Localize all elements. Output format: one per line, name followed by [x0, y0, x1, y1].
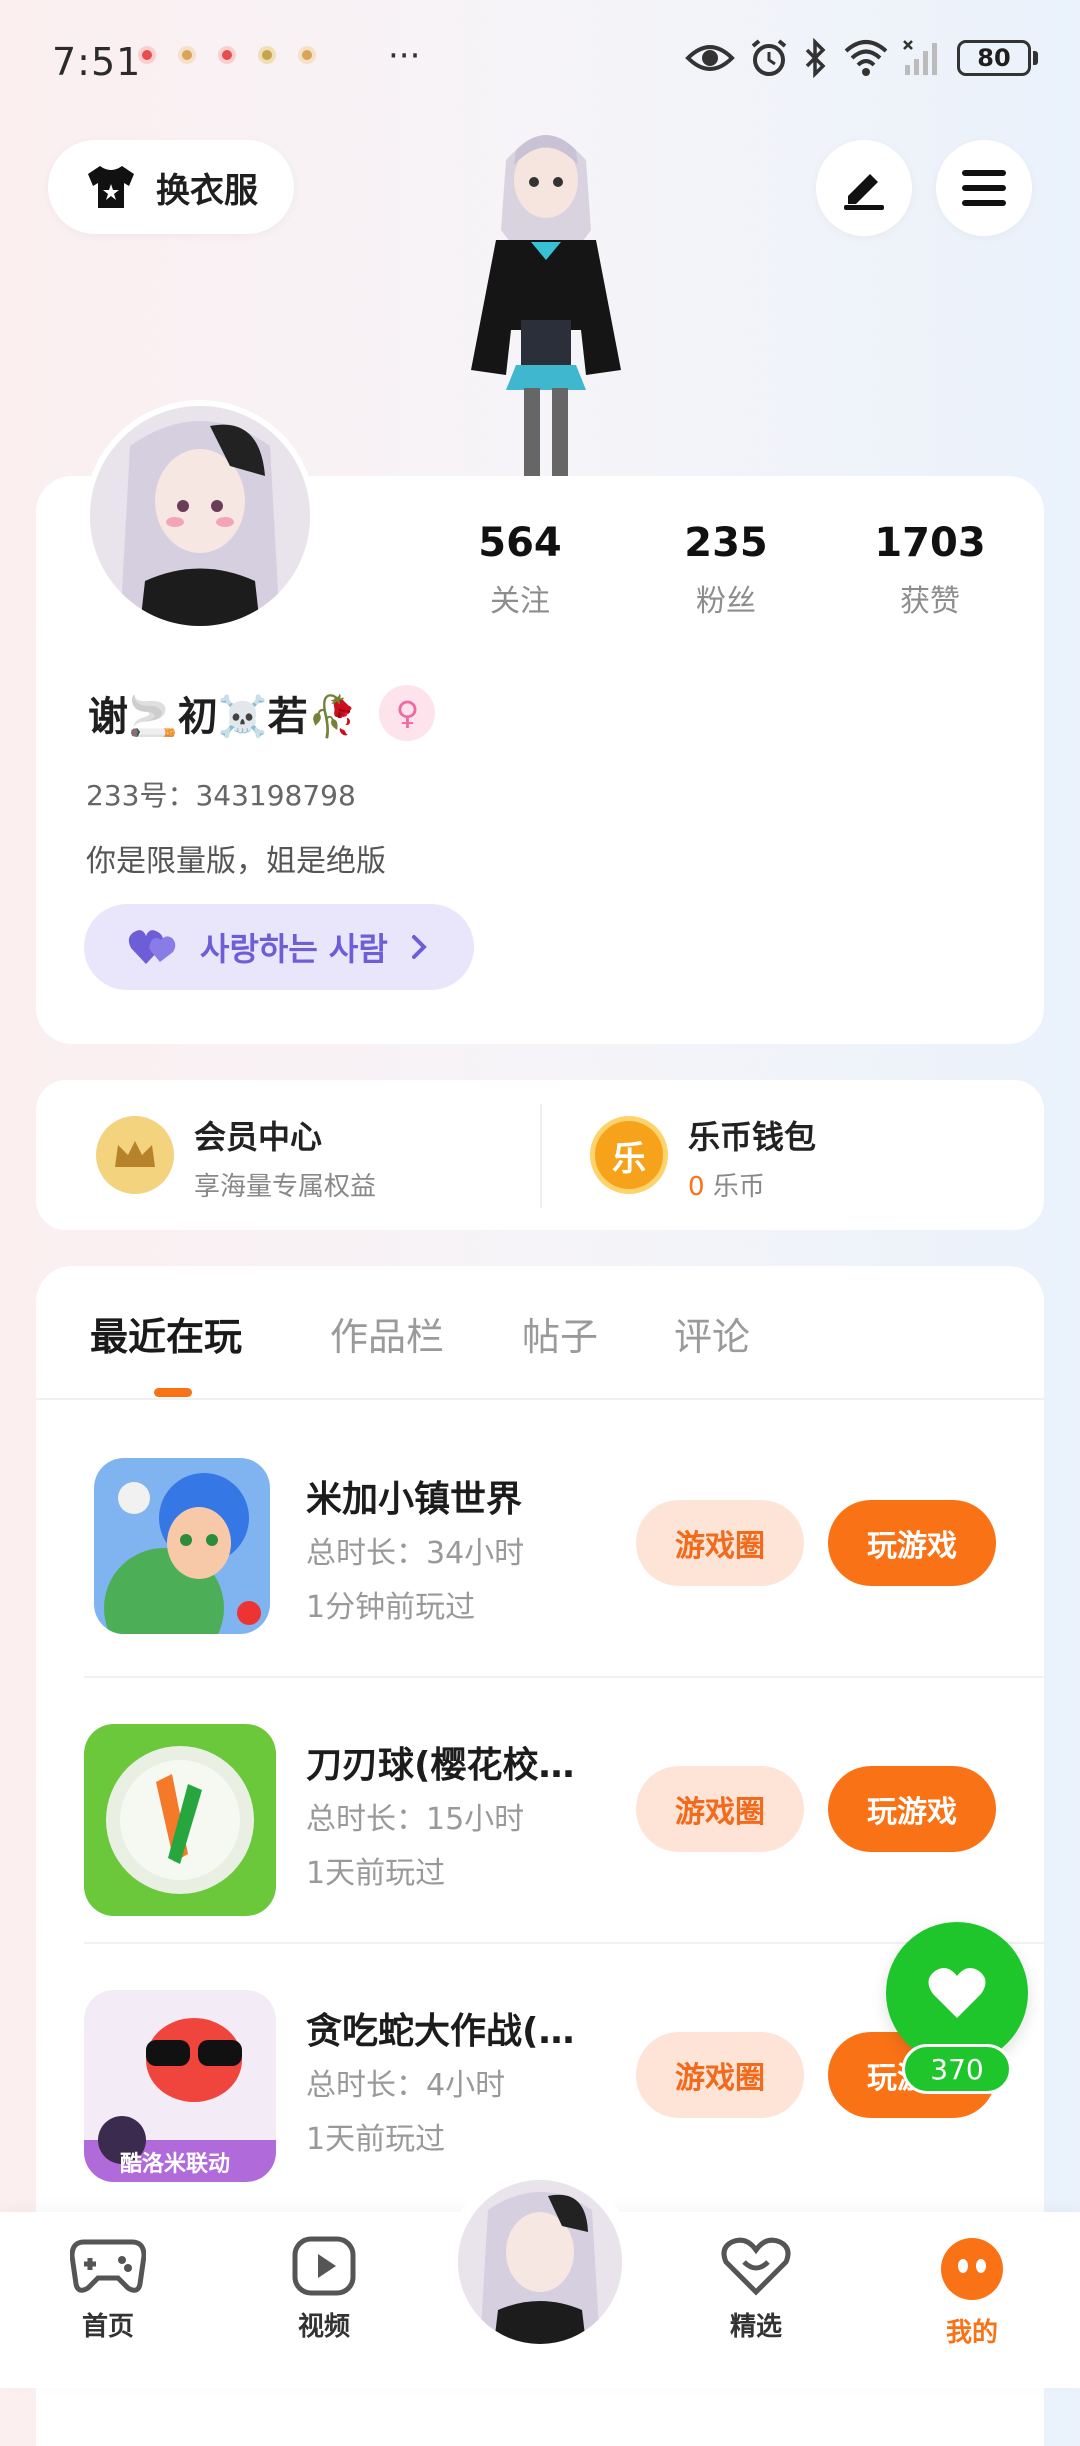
following-label: 关注: [490, 584, 550, 619]
game-circle-button[interactable]: 游戏圈: [636, 1766, 804, 1852]
tab-posts[interactable]: 帖子: [522, 1306, 598, 1361]
nav-featured[interactable]: 精选: [686, 2236, 826, 2343]
list-item[interactable]: 米加小镇世界 总时长：34小时 1分钟前玩过 游戏圈 玩游戏: [84, 1458, 1044, 1722]
edit-profile-button[interactable]: [816, 140, 912, 236]
game-last-played: 1分钟前玩过: [306, 1590, 476, 1625]
game-icon: [94, 1458, 270, 1634]
notification-dot-icon: [178, 46, 196, 64]
relationship-button[interactable]: 사랑하는 사람: [84, 904, 474, 990]
wallet-button[interactable]: 乐币钱包 0 乐币: [688, 1112, 816, 1203]
alarm-icon: [751, 39, 787, 76]
wallet-unit: 乐币: [712, 1172, 765, 1202]
system-icons: 80: [685, 38, 1038, 78]
nav-avatar: [458, 2180, 622, 2344]
coin-icon: 乐: [590, 1116, 668, 1194]
game-name: 米加小镇世界: [306, 1479, 523, 1520]
battery-icon: 80: [957, 40, 1031, 76]
change-outfit-button[interactable]: 换衣服: [48, 140, 294, 234]
nav-video-label: 视频: [297, 2312, 350, 2342]
profile-avatar[interactable]: [84, 400, 316, 632]
avatar-image: [90, 406, 310, 626]
play-game-button[interactable]: 玩游戏: [828, 1766, 996, 1852]
wallet-amount: 0: [688, 1172, 705, 1202]
heart-badge-icon: [721, 2237, 791, 2296]
bio: 你是限量版，姐是绝版: [86, 844, 386, 879]
gamepad-icon: [70, 2239, 146, 2293]
game-icon: [84, 1724, 276, 1916]
nav-avatar-button[interactable]: [446, 2168, 634, 2356]
battery-cap: [1033, 51, 1038, 65]
following-count: 564: [478, 520, 562, 566]
tab-indicator: [154, 1388, 192, 1397]
relationship-label: 사랑하는 사람: [200, 930, 388, 968]
eye-icon: [685, 45, 735, 71]
likes-stat[interactable]: 1703 获赞: [830, 520, 1030, 620]
more-notifications-icon: ···: [388, 36, 421, 76]
tab-comments[interactable]: 评论: [674, 1306, 750, 1361]
avatar-character[interactable]: [436, 120, 656, 480]
game-last-played: 1天前玩过: [306, 2122, 446, 2157]
game-duration: 总时长：15小时: [306, 1802, 525, 1837]
nav-me[interactable]: 我的: [902, 2236, 1042, 2349]
nickname: 谢🚬初☠️若🥀: [88, 694, 358, 740]
nav-me-label: 我的: [945, 2318, 998, 2348]
menu-button[interactable]: [936, 140, 1032, 236]
member-center-title: 会员中心: [194, 1118, 323, 1156]
nav-home[interactable]: 首页: [38, 2236, 178, 2343]
wallet-balance: 0 乐币: [688, 1166, 816, 1203]
bluetooth-icon: [805, 38, 826, 78]
nav-featured-label: 精选: [729, 2312, 782, 2342]
play-game-button[interactable]: 玩游戏: [828, 1500, 996, 1586]
signal-icon: [903, 40, 937, 75]
notification-icons: [138, 46, 316, 64]
hamburger-menu-icon: [962, 170, 1006, 206]
user-id: 233号：343198798: [86, 779, 356, 812]
female-gender-icon: ♀: [379, 685, 436, 741]
game-duration: 总时长：34小时: [306, 1536, 525, 1571]
heart-icon: [928, 1967, 986, 2018]
notification-dot-icon: [138, 46, 156, 64]
followers-count: 235: [684, 520, 768, 566]
row-divider: [84, 1942, 1044, 1944]
likes-label: 获赞: [900, 584, 960, 619]
game-name: 贪吃蛇大作战(…: [306, 2011, 575, 2052]
tabs-divider: [36, 1398, 1044, 1400]
wallet-title: 乐币钱包: [688, 1118, 817, 1156]
row-divider: [84, 1676, 1044, 1678]
like-count-badge: 370: [902, 2044, 1012, 2094]
profile-face-icon: [941, 2238, 1003, 2300]
wifi-icon: [844, 40, 888, 76]
divider: [540, 1104, 542, 1208]
game-duration: 总时长：4小时: [306, 2068, 506, 2103]
game-icon: 酷洛米联动: [84, 1990, 276, 2182]
collab-badge: 酷洛米联动: [120, 2152, 231, 2177]
floating-like-button[interactable]: [886, 1922, 1028, 2064]
nickname-row: 谢🚬初☠️若🥀 ♀: [88, 684, 436, 742]
followers-label: 粉丝: [696, 584, 756, 619]
double-heart-icon: [128, 930, 176, 964]
nav-video[interactable]: 视频: [254, 2236, 394, 2343]
likes-count: 1703: [874, 520, 986, 566]
pen-icon: [844, 174, 884, 210]
member-center-subtitle: 享海量专属权益: [194, 1172, 377, 1202]
nav-home-label: 首页: [81, 2312, 134, 2342]
notification-dot-icon: [298, 46, 316, 64]
game-name: 刀刃球(樱花校…: [306, 1745, 575, 1786]
member-center-button[interactable]: 会员中心 享海量专属权益: [194, 1112, 376, 1203]
status-time: 7:51: [52, 40, 142, 84]
notification-dot-icon: [218, 46, 236, 64]
game-circle-button[interactable]: 游戏圈: [636, 2032, 804, 2118]
tab-works[interactable]: 作品栏: [330, 1306, 444, 1361]
video-icon: [292, 2236, 356, 2296]
game-last-played: 1天前玩过: [306, 1856, 446, 1891]
change-outfit-label: 换衣服: [156, 170, 258, 211]
crown-icon: [96, 1116, 174, 1194]
notification-dot-icon: [258, 46, 276, 64]
following-stat[interactable]: 564 关注: [420, 520, 620, 620]
game-circle-button[interactable]: 游戏圈: [636, 1500, 804, 1586]
tab-recently-played[interactable]: 最近在玩: [90, 1306, 242, 1361]
tshirt-icon: [88, 166, 134, 208]
chevron-right-icon: [411, 935, 427, 959]
followers-stat[interactable]: 235 粉丝: [626, 520, 826, 620]
